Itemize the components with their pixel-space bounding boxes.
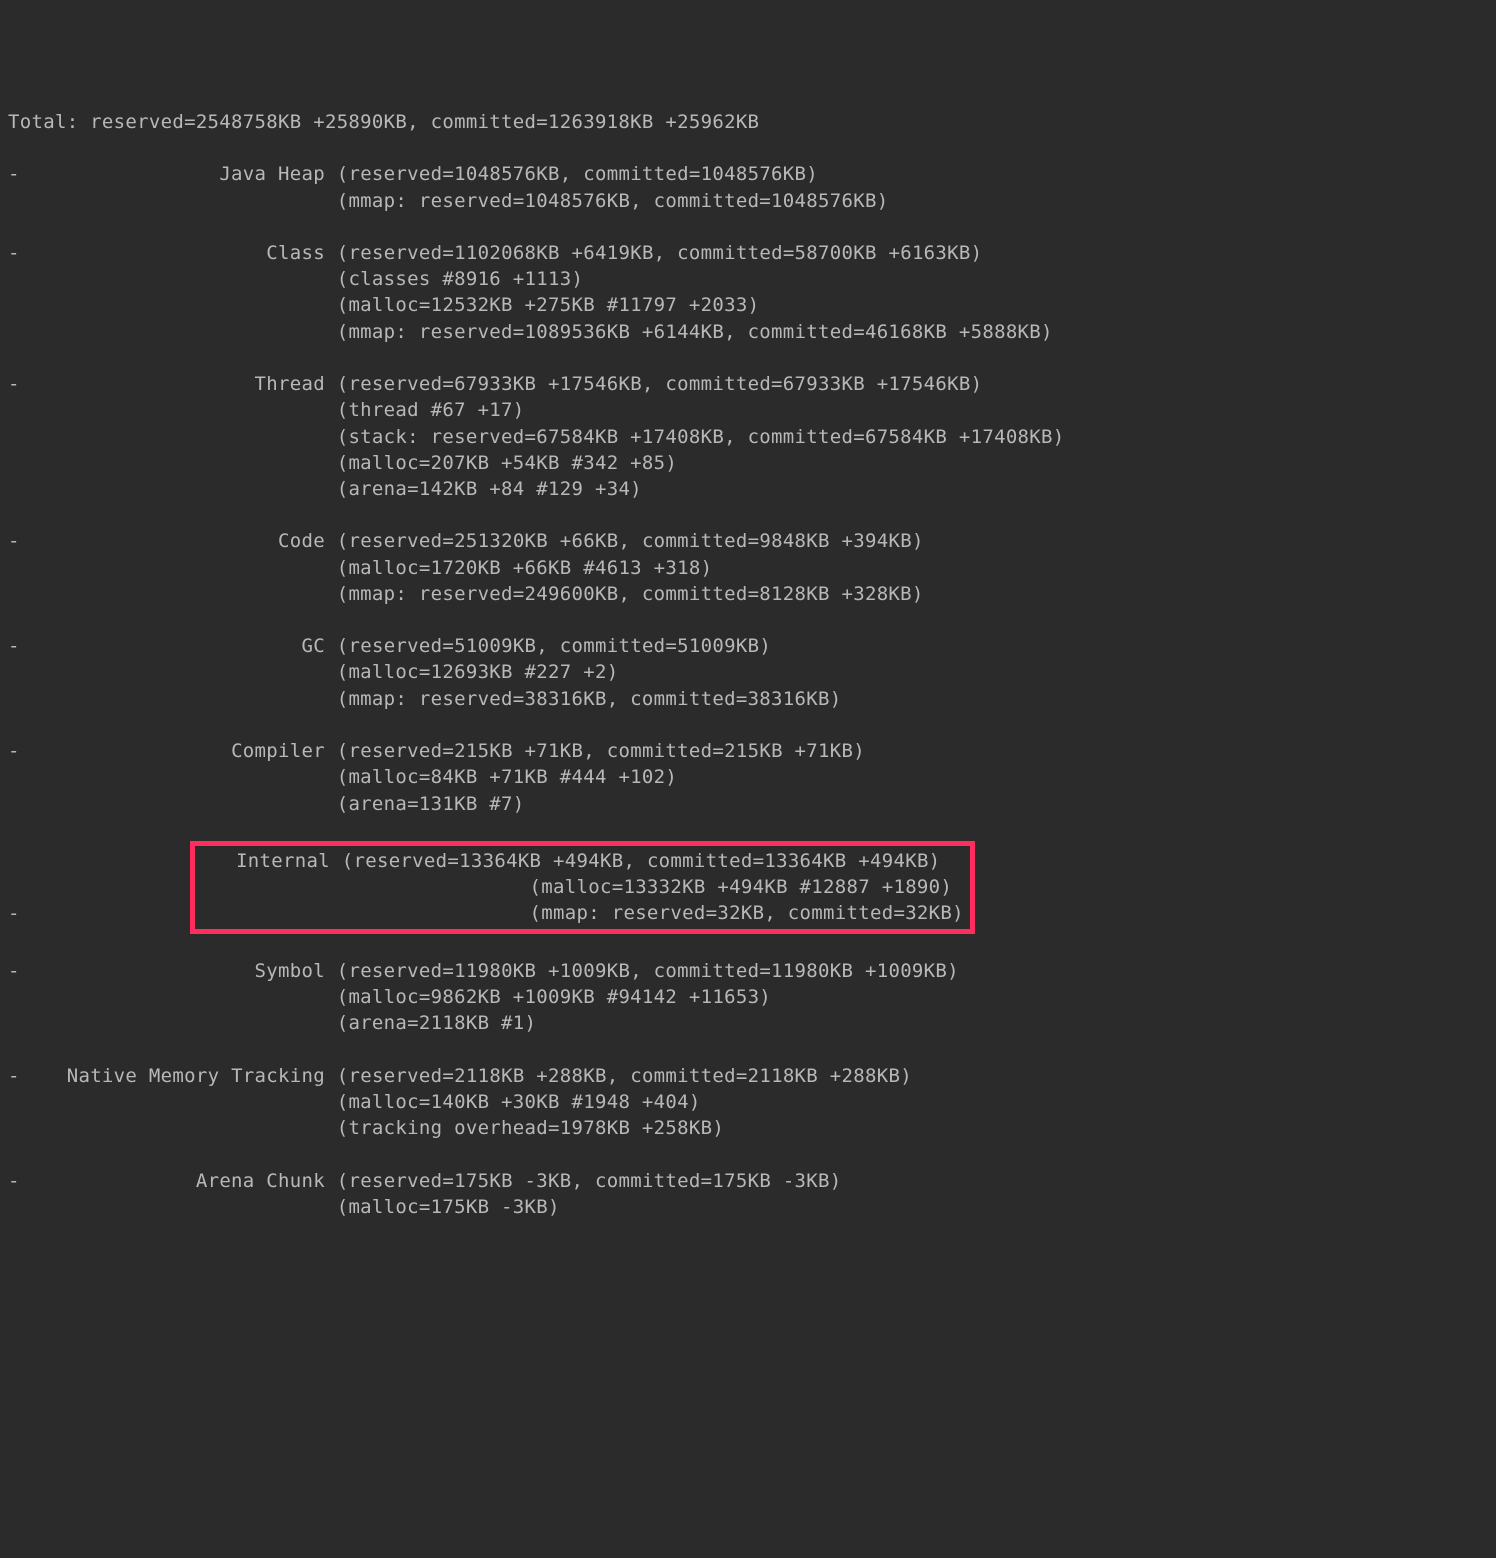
compiler-main: (reserved=215KB +71KB, committed=215KB +… [337, 740, 865, 762]
section-label-class: Class [266, 242, 325, 264]
class-sub3: (mmap: reserved=1089536KB +6144KB, commi… [337, 321, 1053, 343]
section-label-nmt: Native Memory Tracking [67, 1065, 325, 1087]
java-heap-main: (reserved=1048576KB, committed=1048576KB… [337, 163, 818, 185]
section-label-java-heap: Java Heap [219, 163, 325, 185]
section-label-code: Code [278, 530, 325, 552]
nmt-sub1: (malloc=140KB +30KB #1948 +404) [337, 1091, 701, 1113]
class-sub1: (classes #8916 +1113) [337, 268, 584, 290]
symbol-main: (reserved=11980KB +1009KB, committed=119… [337, 960, 959, 982]
thread-sub2: (stack: reserved=67584KB +17408KB, commi… [337, 426, 1065, 448]
nmt-main: (reserved=2118KB +288KB, committed=2118K… [337, 1065, 912, 1087]
code-sub2: (mmap: reserved=249600KB, committed=8128… [337, 583, 924, 605]
section-label-thread: Thread [255, 373, 325, 395]
symbol-sub1: (malloc=9862KB +1009KB #94142 +11653) [337, 986, 771, 1008]
thread-sub3: (malloc=207KB +54KB #342 +85) [337, 452, 677, 474]
gc-main: (reserved=51009KB, committed=51009KB) [337, 635, 771, 657]
internal-main: (reserved=13364KB +494KB, committed=1336… [342, 850, 941, 872]
compiler-sub1: (malloc=84KB +71KB #444 +102) [337, 766, 677, 788]
highlight-box-internal: Internal (reserved=13364KB +494KB, commi… [190, 841, 975, 934]
thread-sub4: (arena=142KB +84 #129 +34) [337, 478, 642, 500]
section-label-arena-chunk: Arena Chunk [196, 1170, 325, 1192]
nmt-sub2: (tracking overhead=1978KB +258KB) [337, 1117, 724, 1139]
arena-chunk-main: (reserved=175KB -3KB, committed=175KB -3… [337, 1170, 842, 1192]
arena-chunk-sub1: (malloc=175KB -3KB) [337, 1196, 560, 1218]
compiler-sub2: (arena=131KB #7) [337, 793, 525, 815]
thread-sub1: (thread #67 +17) [337, 399, 525, 421]
dash: - [8, 635, 20, 657]
class-main: (reserved=1102068KB +6419KB, committed=5… [337, 242, 983, 264]
dash: - [8, 902, 20, 924]
internal-sub2: (mmap: reserved=32KB, committed=32KB) [530, 902, 964, 924]
dash: - [8, 242, 20, 264]
java-heap-sub1: (mmap: reserved=1048576KB, committed=104… [337, 190, 889, 212]
dash: - [8, 1170, 20, 1192]
section-label-internal: Internal [236, 850, 330, 872]
dash: - [8, 1065, 20, 1087]
gc-sub2: (mmap: reserved=38316KB, committed=38316… [337, 688, 842, 710]
dash: - [8, 740, 20, 762]
code-sub1: (malloc=1720KB +66KB #4613 +318) [337, 557, 713, 579]
dash: - [8, 960, 20, 982]
section-label-gc: GC [302, 635, 325, 657]
terminal-output: Total: reserved=2548758KB +25890KB, comm… [8, 109, 1488, 1220]
code-main: (reserved=251320KB +66KB, committed=9848… [337, 530, 924, 552]
section-label-symbol: Symbol [255, 960, 325, 982]
thread-main: (reserved=67933KB +17546KB, committed=67… [337, 373, 983, 395]
dash: - [8, 373, 20, 395]
total-line: Total: reserved=2548758KB +25890KB, comm… [8, 111, 759, 133]
section-label-compiler: Compiler [231, 740, 325, 762]
dash: - [8, 530, 20, 552]
symbol-sub2: (arena=2118KB #1) [337, 1012, 537, 1034]
dash: - [8, 163, 20, 185]
class-sub2: (malloc=12532KB +275KB #11797 +2033) [337, 294, 760, 316]
gc-sub1: (malloc=12693KB #227 +2) [337, 661, 619, 683]
internal-sub1: (malloc=13332KB +494KB #12887 +1890) [530, 876, 953, 898]
